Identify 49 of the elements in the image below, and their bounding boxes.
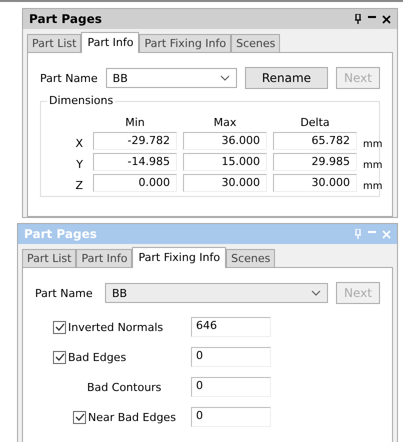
check-label: Inverted Normals [68, 320, 164, 334]
column-header: Max [212, 116, 238, 129]
count-field[interactable]: 0 [191, 407, 271, 427]
panel-title: Part Pages [29, 12, 103, 26]
checkbox[interactable] [53, 350, 66, 364]
action-button[interactable]: Rename [244, 67, 328, 89]
value-field[interactable]: 30.000 [183, 174, 267, 192]
check-label: Bad Edges [68, 350, 126, 364]
tab[interactable]: Part List [22, 249, 76, 268]
value-field[interactable]: 29.985 [273, 153, 357, 171]
pin-icon[interactable] [354, 14, 362, 24]
value-field[interactable]: 0.000 [93, 174, 177, 192]
group-title: Dimensions [47, 94, 116, 107]
value-field[interactable]: -14.985 [93, 153, 177, 171]
chevron-down-icon [311, 290, 322, 296]
check-label: Bad Contours [86, 380, 162, 394]
count-field[interactable]: 646 [191, 317, 271, 337]
close-icon[interactable] [382, 14, 391, 24]
panel-title: Part Pages [24, 227, 98, 241]
count-field[interactable]: 0 [191, 347, 271, 367]
tab[interactable]: Part Info [81, 32, 140, 53]
unit-label: mm [363, 139, 384, 150]
value-field[interactable]: 30.000 [273, 174, 357, 192]
checkbox[interactable] [73, 410, 86, 424]
count-field[interactable]: 0 [191, 377, 271, 397]
unit-label: mm [363, 160, 384, 171]
tab[interactable]: Scenes [226, 249, 276, 268]
checkbox[interactable] [53, 320, 66, 334]
part-name-dropdown[interactable]: BB [104, 283, 328, 303]
value-field[interactable]: 36.000 [183, 132, 267, 150]
value-field[interactable]: -29.782 [93, 132, 177, 150]
axis-label: Z [74, 179, 84, 192]
tab[interactable]: Part Info [76, 249, 132, 268]
column-header: Min [124, 116, 146, 129]
check-label: Near Bad Edges [88, 410, 176, 424]
axis-label: Y [75, 158, 84, 171]
axis-label: X [74, 137, 84, 150]
tab[interactable]: Part Fixing Info [132, 247, 226, 268]
field-label: Part Name [35, 286, 94, 300]
unit-label: mm [363, 181, 384, 192]
value-field[interactable]: 15.000 [183, 153, 267, 171]
tab[interactable]: Scenes [231, 34, 280, 53]
column-header: Delta [299, 116, 331, 129]
value-field[interactable]: 65.782 [273, 132, 357, 150]
field-label: Part Name [40, 72, 98, 84]
part-name-dropdown[interactable]: BB [106, 68, 237, 88]
tab[interactable]: Part List [27, 34, 82, 53]
tab[interactable]: Part Fixing Info [139, 34, 232, 53]
chevron-down-icon [220, 75, 230, 81]
